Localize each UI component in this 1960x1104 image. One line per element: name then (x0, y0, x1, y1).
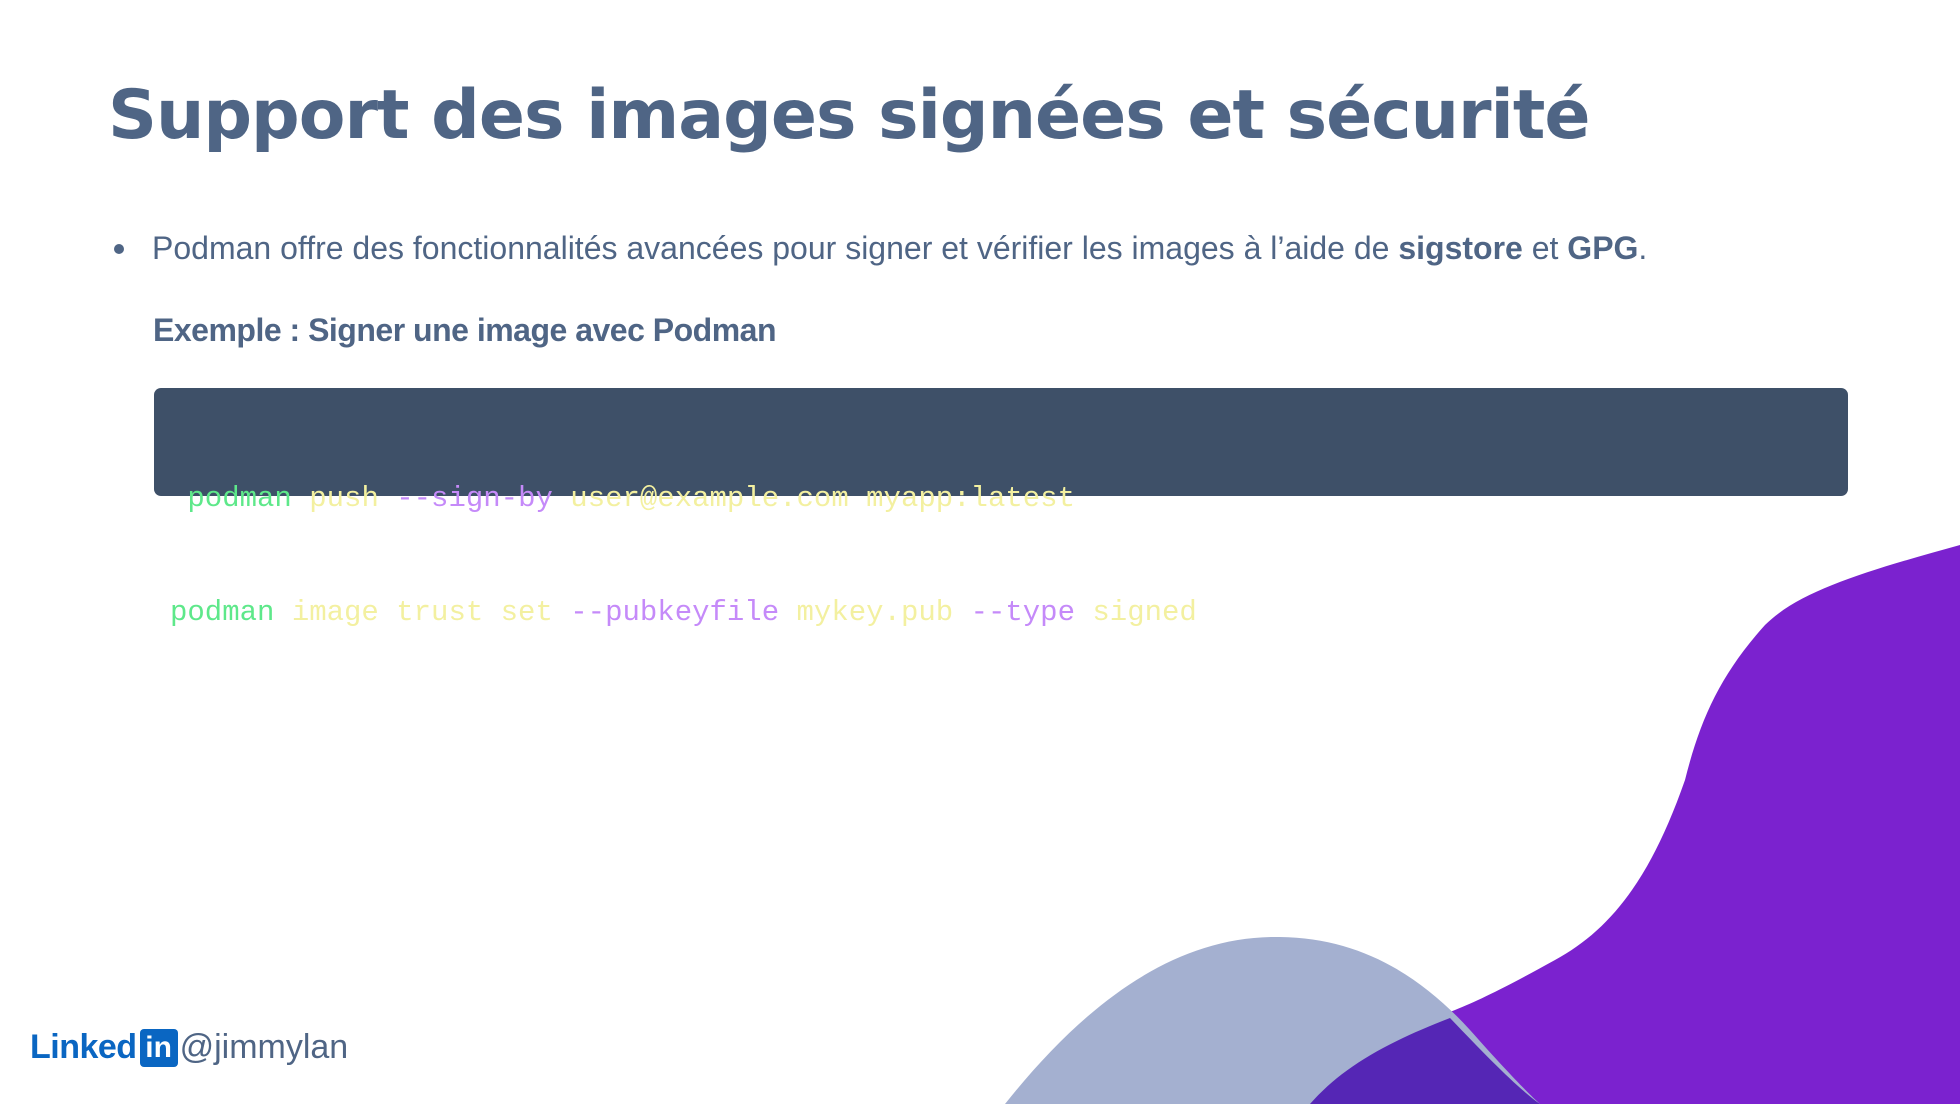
code-token: user@example.com myapp:latest (552, 482, 1075, 515)
linkedin-logo-word: Linked (30, 1028, 137, 1066)
bullet-keyword-sigstore: sigstore (1398, 230, 1523, 266)
example-heading: Exemple : Signer une image avec Podman (153, 312, 777, 348)
code-token: podman (170, 482, 292, 515)
code-line-1: podman push --sign-by user@example.com m… (170, 480, 1848, 518)
code-token: mykey.pub (779, 596, 971, 629)
slide: Support des images signées et sécurité P… (0, 0, 1960, 1104)
bullet-text-before: Podman offre des fonctionnalités avancée… (152, 230, 1399, 266)
code-token: signed (1074, 596, 1197, 629)
code-token: --pubkeyfile (570, 596, 780, 629)
code-token: --sign-by (396, 482, 553, 515)
bullet-item: Podman offre des fonctionnalités avancée… (108, 230, 1647, 267)
code-token: push (291, 482, 397, 515)
footer-linkedin: Linked in @jimmylan (30, 1028, 348, 1067)
code-line-2: podman image trust set --pubkeyfile myke… (170, 594, 1848, 632)
bullet-text-after: . (1638, 230, 1648, 266)
bullet-dot-icon (114, 243, 124, 254)
linkedin-handle: @jimmylan (179, 1028, 349, 1066)
code-token: podman (170, 596, 275, 629)
linkedin-logo-icon: in (139, 1028, 178, 1067)
code-token: --type (970, 596, 1075, 629)
code-token: image trust set (274, 596, 571, 629)
bullet-text-middle: et (1522, 230, 1568, 266)
code-block: podman push --sign-by user@example.com m… (154, 388, 1848, 629)
slide-title: Support des images signées et sécurité (108, 76, 1590, 155)
bullet-text: Podman offre des fonctionnalités avancée… (152, 230, 1647, 267)
bullet-keyword-gpg: GPG (1567, 230, 1639, 266)
